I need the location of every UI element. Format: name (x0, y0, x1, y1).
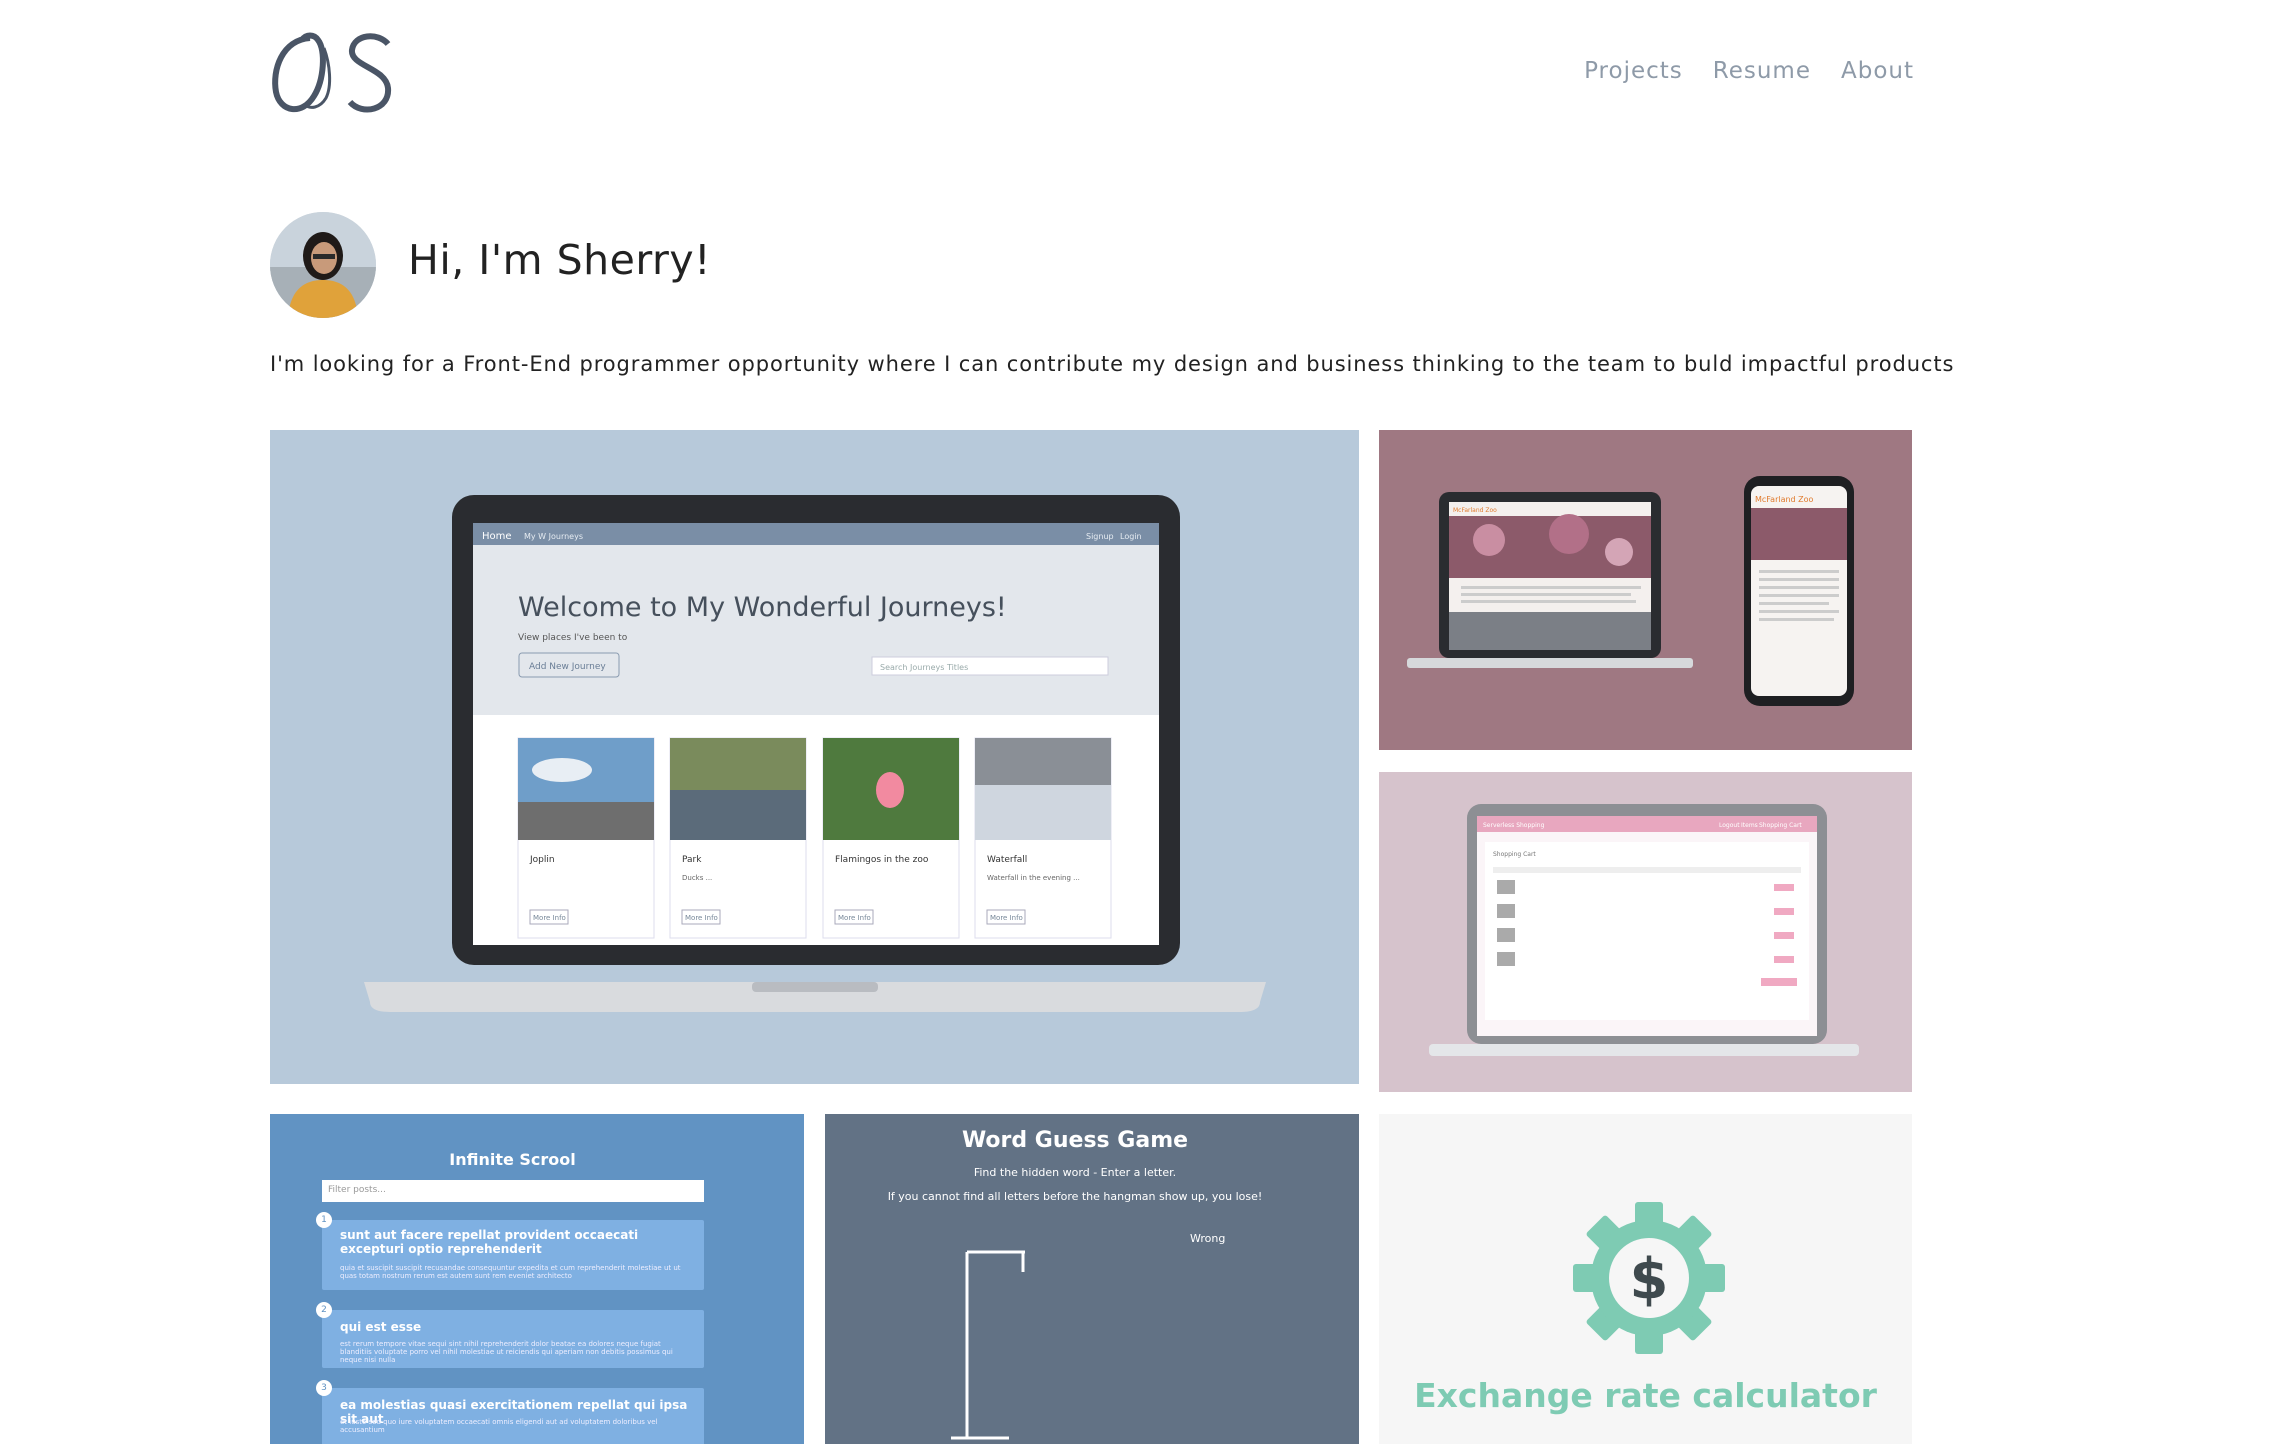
filter-input: Filter posts... (322, 1180, 704, 1202)
svg-text:Flamingos in the zoo: Flamingos in the zoo (835, 855, 929, 865)
dollar-gear-icon: $ (1573, 1202, 1725, 1354)
svg-text:More Info: More Info (685, 914, 718, 922)
project-card-infinite-scroll[interactable]: Infinite Scrool Filter posts... 1 sunt a… (270, 1114, 804, 1444)
exchange-title: Exchange rate calculator (1414, 1376, 1877, 1415)
screen-title: Welcome to My Wonderful Journeys! (518, 592, 1007, 623)
currency-symbol: $ (1630, 1247, 1669, 1312)
screen-nav-signup: Signup (1086, 532, 1114, 541)
screen-card-2: Park Ducks ... More Info (669, 737, 807, 939)
nav-resume-link[interactable]: Resume (1713, 58, 1811, 84)
svg-text:Park: Park (682, 855, 702, 865)
game-line-2: If you cannot find all letters before th… (887, 1190, 1263, 1203)
zoo-brand: McFarland Zoo (1755, 495, 1814, 504)
screen-nav-home: Home (482, 531, 512, 542)
svg-text:More Info: More Info (838, 914, 871, 922)
game-line-1: Find the hidden word - Enter a letter. (973, 1166, 1177, 1179)
svg-text:Waterfall in the evening ...: Waterfall in the evening ... (987, 874, 1080, 882)
svg-text:Shopping Cart: Shopping Cart (1493, 851, 1536, 858)
svg-text:Joplin: Joplin (529, 855, 555, 865)
scroll-title: Infinite Scrool (449, 1150, 576, 1169)
screen-subtitle: View places I've been to (518, 633, 628, 643)
post-card-3: 3 ea molestias quasi exercitationem repe… (316, 1380, 704, 1444)
wrong-label: Wrong (1190, 1232, 1226, 1245)
project-card-word-guess[interactable]: Word Guess Game Find the hidden word - E… (825, 1114, 1359, 1444)
project-card-journeys[interactable]: Home My W Journeys Signup Login Welcome … (270, 430, 1359, 1084)
zoo-mockup: McFarland Zoo McFarland Zoo (1407, 476, 1854, 706)
profile-photo (270, 212, 376, 318)
svg-text:Ducks ...: Ducks ... (682, 874, 712, 882)
svg-text:Items: Items (1741, 822, 1758, 829)
screen-nav-login: Login (1120, 532, 1142, 541)
post-card-2: 2 qui est esse est rerum tempore vitae s… (316, 1302, 704, 1368)
os-monogram-icon (272, 32, 392, 113)
intro-text: I'm looking for a Front-End programmer o… (270, 352, 1955, 376)
screen-card-1: Joplin More Info (517, 737, 655, 939)
screen-search: Search Journeys Titles (880, 663, 968, 672)
project-card-zoo[interactable]: McFarland Zoo McFarland Zoo (1379, 430, 1912, 750)
screen-card-4: Waterfall Waterfall in the evening ... M… (974, 737, 1112, 939)
screen-card-3: Flamingos in the zoo More Info (822, 737, 960, 939)
post-card-1: 1 sunt aut facere repellat provident occ… (316, 1212, 704, 1290)
shopping-mockup: Serverless Shopping Logout Items Shoppin… (1429, 804, 1859, 1056)
site-logo[interactable] (270, 30, 402, 116)
svg-text:McFarland Zoo: McFarland Zoo (1453, 507, 1497, 514)
svg-text:Waterfall: Waterfall (987, 855, 1027, 865)
svg-text:Shopping Cart: Shopping Cart (1759, 822, 1802, 829)
avatar (270, 212, 376, 318)
svg-text:More Info: More Info (533, 914, 566, 922)
nav-projects-link[interactable]: Projects (1584, 58, 1683, 84)
screen-nav-link: My W Journeys (524, 532, 583, 541)
hangman-gallows-icon (951, 1250, 1025, 1440)
game-title: Word Guess Game (961, 1128, 1189, 1153)
svg-text:Logout: Logout (1719, 822, 1740, 829)
project-card-shopping[interactable]: Serverless Shopping Logout Items Shoppin… (1379, 772, 1912, 1092)
svg-text:More Info: More Info (990, 914, 1023, 922)
main-nav: Projects Resume About (1584, 58, 1914, 84)
svg-text:Serverless Shopping: Serverless Shopping (1483, 822, 1545, 829)
project-card-exchange[interactable]: $ Exchange rate calculator (1379, 1114, 1912, 1444)
page-title: Hi, I'm Sherry! (408, 236, 712, 284)
screen-add-button: Add New Journey (529, 662, 606, 672)
laptop-mockup: Home My W Journeys Signup Login Welcome … (364, 495, 1266, 1012)
nav-about-link[interactable]: About (1841, 58, 1914, 84)
